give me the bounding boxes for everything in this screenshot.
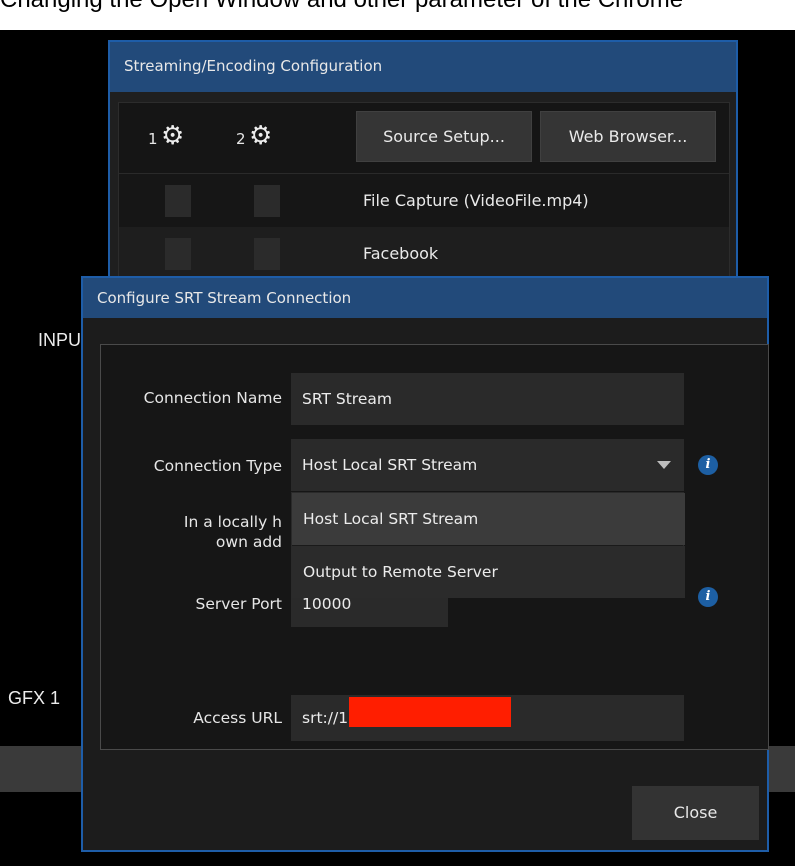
- output-1-checkbox[interactable]: [165, 185, 191, 217]
- connection-type-dropdown: Host Local SRT Stream Output to Remote S…: [291, 492, 685, 598]
- output-1-checkbox[interactable]: [165, 238, 191, 270]
- gfx-label: GFX 1: [8, 688, 61, 708]
- srt-config-title: Configure SRT Stream Connection: [83, 278, 767, 318]
- streaming-config-window: Streaming/Encoding Configuration 1 ⚙ 2 ⚙…: [108, 40, 738, 282]
- access-url-label: Access URL: [193, 709, 282, 727]
- web-browser-button[interactable]: Web Browser...: [540, 111, 716, 162]
- srt-config-dialog: Configure SRT Stream Connection Connecti…: [81, 276, 769, 852]
- close-button[interactable]: Close: [632, 786, 759, 840]
- help-text-line-1: In a locally h: [183, 513, 282, 531]
- streaming-config-panel: 1 ⚙ 2 ⚙ Source Setup... Web Browser... F…: [118, 102, 730, 282]
- list-item-label: Facebook: [363, 244, 439, 263]
- column-2-number: 2: [236, 130, 246, 148]
- connection-name-field[interactable]: SRT Stream: [291, 373, 684, 425]
- info-icon[interactable]: i: [698, 587, 718, 607]
- server-port-label: Server Port: [195, 595, 282, 613]
- streaming-config-title: Streaming/Encoding Configuration: [110, 42, 736, 92]
- connection-name-label: Connection Name: [143, 389, 282, 407]
- connection-type-value: Host Local SRT Stream: [302, 456, 478, 474]
- redaction-block: [349, 697, 511, 727]
- chevron-down-icon: [657, 461, 671, 469]
- connection-type-select[interactable]: Host Local SRT Stream: [291, 439, 684, 491]
- background-caption-strip: Changing the Open Window and other param…: [0, 0, 795, 30]
- list-item[interactable]: Facebook: [119, 227, 729, 281]
- output-2-checkbox[interactable]: [254, 238, 280, 270]
- column-1-number: 1: [148, 130, 158, 148]
- access-url-value: srt://1: [302, 709, 349, 727]
- help-text-line-2: own add: [215, 533, 282, 551]
- background-caption: Changing the Open Window and other param…: [0, 0, 683, 14]
- list-item[interactable]: File Capture (VideoFile.mp4): [119, 173, 729, 227]
- list-item-label: File Capture (VideoFile.mp4): [363, 191, 589, 210]
- gear-icon[interactable]: ⚙: [161, 123, 184, 149]
- srt-settings-panel: Connection Name SRT Stream Connection Ty…: [100, 344, 769, 750]
- source-setup-button[interactable]: Source Setup...: [356, 111, 532, 162]
- output-2-checkbox[interactable]: [254, 185, 280, 217]
- info-icon[interactable]: i: [698, 455, 718, 475]
- connection-type-label: Connection Type: [153, 457, 282, 475]
- dropdown-option[interactable]: Output to Remote Server: [292, 546, 685, 598]
- gear-icon[interactable]: ⚙: [249, 123, 272, 149]
- dropdown-option[interactable]: Host Local SRT Stream: [292, 493, 685, 545]
